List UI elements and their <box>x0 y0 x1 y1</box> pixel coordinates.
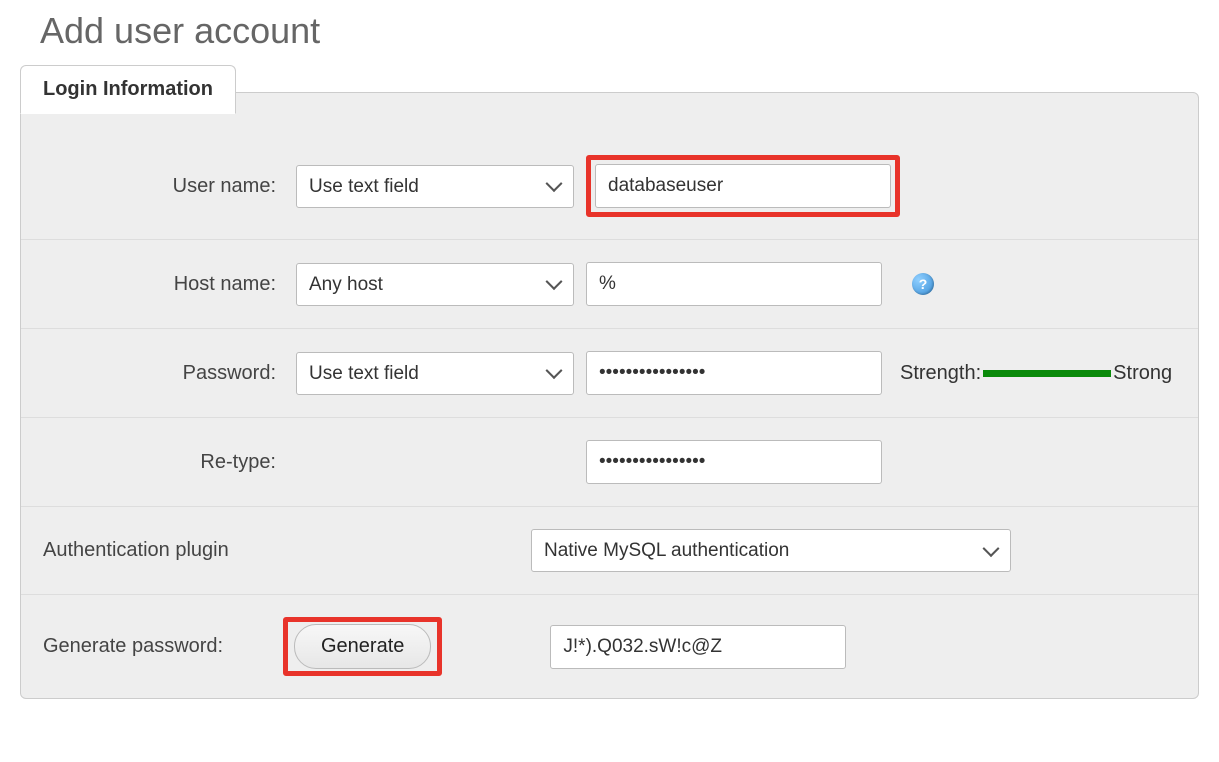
strength-bar <box>983 370 1111 377</box>
password-mode-select-wrap: Use text field <box>296 352 574 395</box>
login-information-fieldset: Login Information User name: Use text fi… <box>20 92 1199 699</box>
username-input[interactable] <box>595 164 891 208</box>
strength-value: Strong <box>1113 362 1172 385</box>
hostname-label: Host name: <box>39 273 284 296</box>
auth-plugin-select[interactable]: Native MySQL authentication <box>531 529 1011 572</box>
fieldset-legend: Login Information <box>20 65 236 114</box>
password-strength: Strength: Strong <box>900 362 1172 385</box>
password-row: Password: Use text field Strength: Stron… <box>21 329 1198 418</box>
generate-password-label: Generate password: <box>39 635 271 658</box>
strength-label: Strength: <box>900 362 981 385</box>
username-mode-select[interactable]: Use text field <box>296 165 574 208</box>
hostname-input[interactable] <box>586 262 882 306</box>
password-mode-select[interactable]: Use text field <box>296 352 574 395</box>
retype-row: Re-type: <box>21 418 1198 507</box>
generate-button[interactable]: Generate <box>294 624 431 669</box>
generate-password-row: Generate password: Generate <box>21 595 1198 698</box>
username-mode-select-wrap: Use text field <box>296 165 574 208</box>
username-label: User name: <box>39 175 284 198</box>
username-highlight <box>586 155 900 217</box>
page-title: Add user account <box>40 10 1199 52</box>
password-label: Password: <box>39 362 284 385</box>
username-row: User name: Use text field <box>21 133 1198 240</box>
password-input[interactable] <box>586 351 882 395</box>
hostname-mode-select[interactable]: Any host <box>296 263 574 306</box>
hostname-row: Host name: Any host ? <box>21 240 1198 329</box>
auth-plugin-row: Authentication plugin Native MySQL authe… <box>21 507 1198 595</box>
auth-plugin-select-wrap: Native MySQL authentication <box>531 529 1011 572</box>
retype-label: Re-type: <box>39 451 284 474</box>
auth-plugin-label: Authentication plugin <box>39 539 519 562</box>
help-icon[interactable]: ? <box>912 273 934 295</box>
generate-highlight: Generate <box>283 617 442 676</box>
generated-password-output[interactable] <box>550 625 846 669</box>
retype-input[interactable] <box>586 440 882 484</box>
hostname-mode-select-wrap: Any host <box>296 263 574 306</box>
